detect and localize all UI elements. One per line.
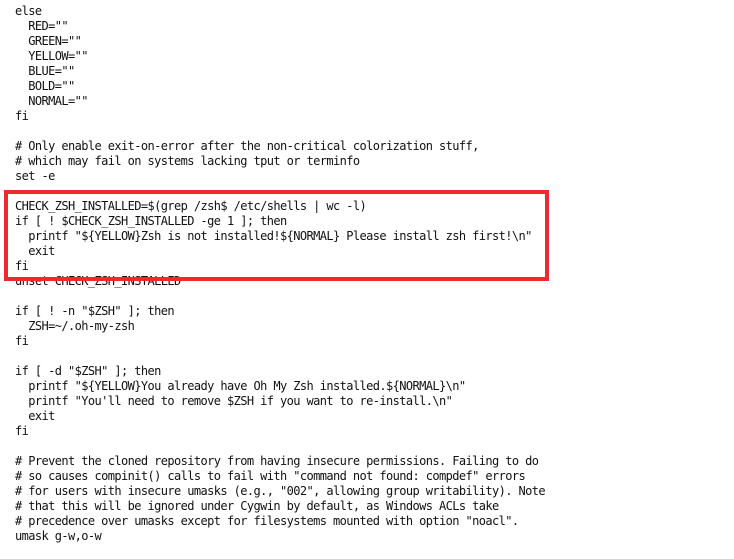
code-line: fi [15,334,29,348]
code-line: set -e [15,169,55,183]
code-view[interactable]: else RED="" GREEN="" YELLOW="" BLUE="" B… [0,0,734,559]
code-line: BLUE="" [15,64,75,78]
code-line: # which may fail on systems lacking tput… [15,154,360,168]
code-line: # Prevent the cloned repository from hav… [15,454,539,468]
code-line: fi [15,424,29,438]
code-line: exit [15,244,55,258]
code-line: RED="" [15,19,68,33]
code-line: printf "${YELLOW}You already have Oh My … [15,379,466,393]
code-line: # that this will be ignored under Cygwin… [15,499,499,513]
code-line: printf "You'll need to remove $ZSH if yo… [15,394,453,408]
code-line: ZSH=~/.oh-my-zsh [15,319,135,333]
code-line: fi [15,259,29,273]
code-line: fi [15,109,29,123]
code-line: unset CHECK_ZSH_INSTALLED [15,274,181,288]
code-line: YELLOW="" [15,49,88,63]
code-line: if [ ! $CHECK_ZSH_INSTALLED -ge 1 ]; the… [15,214,287,228]
code-line: NORMAL="" [15,94,88,108]
code-line: if [ ! -n "$ZSH" ]; then [15,304,175,318]
code-line: if [ -d "$ZSH" ]; then [15,364,161,378]
code-line: printf "${YELLOW}Zsh is not installed!${… [15,229,532,243]
code-line: # Only enable exit-on-error after the no… [15,139,479,153]
code-line: CHECK_ZSH_INSTALLED=$(grep /zsh$ /etc/sh… [15,199,367,213]
code-line: # for users with insecure umasks (e.g., … [15,484,546,498]
code-line: # precedence over umasks except for file… [15,514,519,528]
code-line: GREEN="" [15,34,82,48]
code-line: # so causes compinit() calls to fail wit… [15,469,526,483]
code-line: exit [15,409,55,423]
code-line: BOLD="" [15,79,75,93]
code-line: else [15,4,42,18]
code-line: umask g-w,o-w [15,529,102,543]
